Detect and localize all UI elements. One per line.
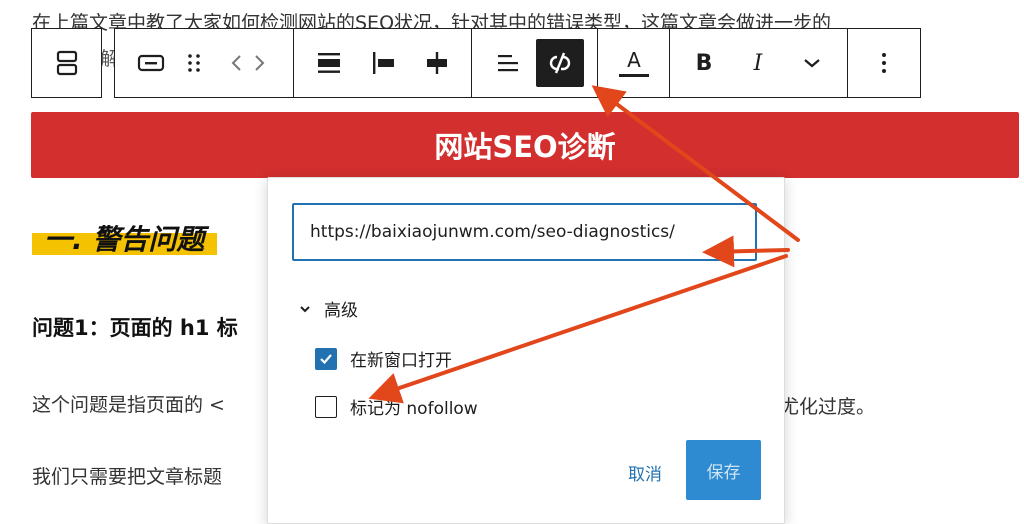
paragraph-left: 这个问题是指页面的 < xyxy=(32,394,225,416)
button-block-icon[interactable] xyxy=(127,29,175,97)
toolbar-divider xyxy=(471,29,472,97)
align-left-icon[interactable] xyxy=(357,29,409,97)
open-new-window-label: 在新窗口打开 xyxy=(350,351,452,371)
open-new-window-option[interactable]: 在新窗口打开 xyxy=(315,346,452,371)
text-color-glyph: A xyxy=(627,47,641,72)
toolbar-divider xyxy=(669,29,670,97)
align-center-icon[interactable] xyxy=(411,29,463,97)
banner-button[interactable]: 网站SEO诊断 xyxy=(31,112,1019,178)
move-arrows-icon[interactable] xyxy=(219,29,277,97)
section-heading: 一. 警告问题 xyxy=(44,223,205,256)
italic-icon[interactable]: I xyxy=(735,29,781,97)
checkmark-icon xyxy=(320,353,332,364)
text-color-swatch xyxy=(619,73,649,77)
open-new-window-checkbox[interactable] xyxy=(315,347,337,370)
save-button[interactable]: 保存 xyxy=(686,440,761,500)
advanced-toggle[interactable]: 高级 xyxy=(298,296,358,321)
advanced-label: 高级 xyxy=(324,301,358,321)
block-switcher-group xyxy=(31,28,102,98)
link-settings-popover: 高级 在新窗口打开 标记为 nofollow 取消 保存 xyxy=(267,177,785,524)
toolbar-divider xyxy=(847,29,848,97)
more-formatting-icon[interactable] xyxy=(787,29,837,97)
block-type-icon[interactable] xyxy=(32,29,101,97)
options-kebab-icon[interactable] xyxy=(859,29,909,97)
align-full-icon[interactable] xyxy=(303,29,355,97)
text-color-icon[interactable]: A xyxy=(609,29,659,97)
justify-icon[interactable] xyxy=(485,29,531,97)
chevron-down-icon xyxy=(300,305,310,312)
url-input[interactable] xyxy=(292,203,757,261)
block-toolbar: A B I xyxy=(114,28,921,98)
drag-handle-icon[interactable] xyxy=(177,29,211,97)
nofollow-checkbox[interactable] xyxy=(315,395,337,418)
question-heading: 问题1：页面的 h1 标 xyxy=(32,316,238,340)
paragraph-right: 尤化过度。 xyxy=(780,396,876,418)
nofollow-label: 标记为 nofollow xyxy=(350,399,478,419)
nofollow-option[interactable]: 标记为 nofollow xyxy=(315,394,478,419)
unlink-icon[interactable] xyxy=(536,39,584,87)
toolbar-divider xyxy=(597,29,598,97)
toolbar-divider xyxy=(293,29,294,97)
cancel-button[interactable]: 取消 xyxy=(610,448,680,496)
bold-icon[interactable]: B xyxy=(681,29,727,97)
paragraph-2: 我们只需要把文章标题 xyxy=(32,466,223,488)
